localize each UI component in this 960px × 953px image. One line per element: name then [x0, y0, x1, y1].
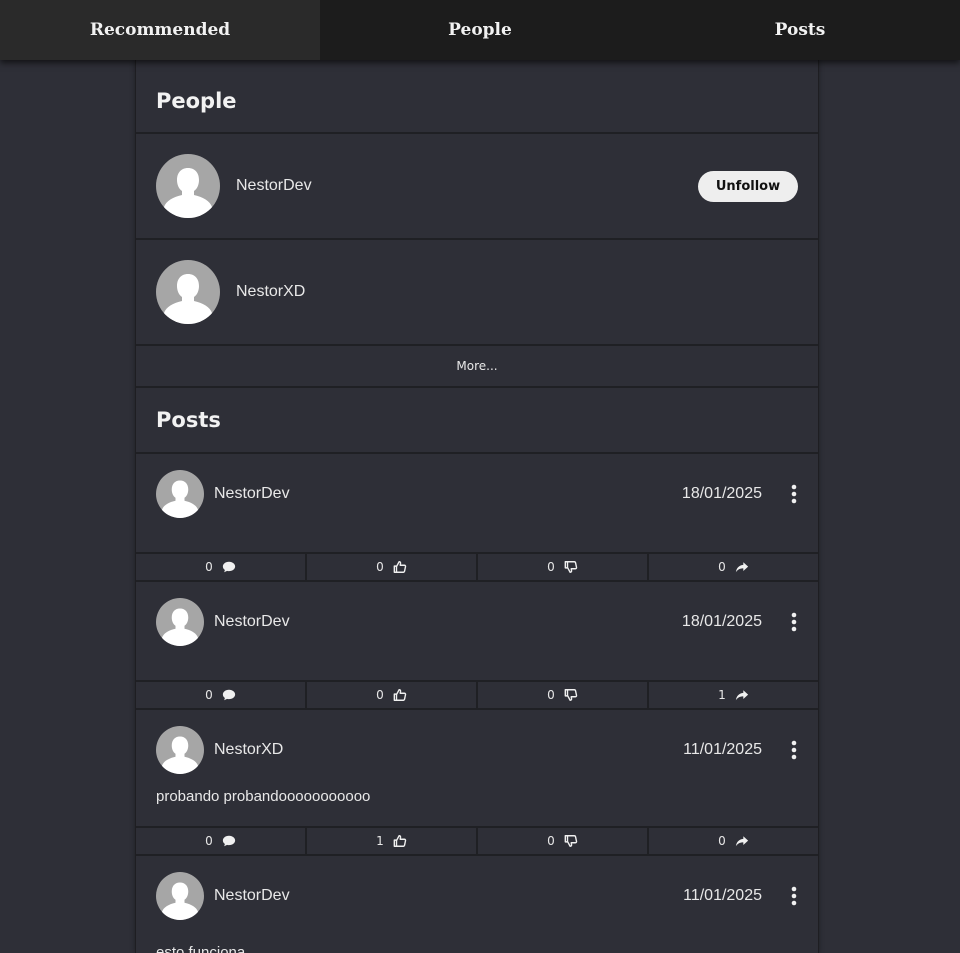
posts-section-title: Posts — [136, 388, 818, 454]
like-button[interactable]: 1 — [307, 828, 478, 854]
unfollow-button[interactable]: Unfollow — [698, 170, 798, 202]
share-icon — [735, 562, 748, 573]
main-feed: People NestorDev Unfollow NestorXD More.… — [135, 60, 819, 953]
comment-icon — [222, 561, 235, 573]
kebab-menu-icon[interactable] — [786, 884, 802, 908]
person-name[interactable]: NestorDev — [236, 177, 312, 195]
person-row[interactable]: NestorXD — [136, 240, 818, 346]
comment-icon — [222, 835, 235, 847]
post-author[interactable]: NestorDev — [214, 485, 290, 503]
post-author[interactable]: NestorDev — [214, 887, 290, 905]
user-avatar-icon[interactable] — [156, 872, 204, 920]
dislike-button[interactable]: 0 — [478, 554, 649, 580]
post-date: 18/01/2025 — [681, 613, 762, 630]
kebab-menu-icon[interactable] — [786, 738, 802, 762]
share-count: 0 — [718, 834, 726, 848]
post-text: esto funciona — [156, 944, 246, 953]
comment-button[interactable]: 0 — [136, 828, 307, 854]
share-count: 0 — [718, 560, 726, 574]
thumbs-down-icon — [564, 835, 578, 847]
dislike-count: 0 — [547, 688, 555, 702]
comment-count: 0 — [205, 560, 213, 574]
post-card: NestorDev 18/01/2025 0 0 0 0 — [136, 454, 818, 582]
post-header: NestorDev 18/01/2025 — [136, 582, 818, 652]
person-name[interactable]: NestorXD — [236, 283, 305, 301]
person-row[interactable]: NestorDev Unfollow — [136, 134, 818, 240]
post-card: NestorDev 18/01/2025 0 0 0 1 — [136, 582, 818, 710]
post-header: NestorXD 11/01/2025 — [136, 710, 818, 780]
people-section-title: People — [136, 60, 818, 134]
thumbs-up-icon — [393, 835, 407, 847]
like-button[interactable]: 0 — [307, 682, 478, 708]
user-avatar-icon[interactable] — [156, 470, 204, 518]
post-header: NestorDev 11/01/2025 — [136, 856, 818, 926]
share-count: 1 — [718, 688, 726, 702]
thumbs-up-icon — [393, 561, 407, 573]
post-text — [136, 652, 818, 680]
thumbs-down-icon — [564, 561, 578, 573]
share-icon — [735, 836, 748, 847]
comment-count: 0 — [205, 688, 213, 702]
post-text: probando probandooooooooooo — [156, 788, 371, 805]
post-author[interactable]: NestorDev — [214, 613, 290, 631]
user-avatar-icon[interactable] — [156, 598, 204, 646]
post-actions: 0 1 0 0 — [136, 826, 818, 854]
share-button[interactable]: 0 — [649, 828, 818, 854]
top-navigation: Recommended People Posts — [0, 0, 960, 60]
dislike-button[interactable]: 0 — [478, 682, 649, 708]
post-author[interactable]: NestorXD — [214, 741, 283, 759]
like-count: 0 — [376, 688, 384, 702]
dislike-count: 0 — [547, 834, 555, 848]
comment-count: 0 — [205, 834, 213, 848]
post-header: NestorDev 18/01/2025 — [136, 454, 818, 524]
kebab-menu-icon[interactable] — [786, 482, 802, 506]
comment-icon — [222, 689, 235, 701]
post-text — [136, 524, 818, 552]
like-count: 1 — [376, 834, 384, 848]
like-count: 0 — [376, 560, 384, 574]
user-avatar-icon[interactable] — [156, 154, 220, 218]
kebab-menu-icon[interactable] — [786, 610, 802, 634]
tab-recommended[interactable]: Recommended — [0, 0, 320, 60]
tab-posts[interactable]: Posts — [640, 0, 960, 60]
user-avatar-icon[interactable] — [156, 260, 220, 324]
post-date: 11/01/2025 — [683, 741, 762, 758]
dislike-button[interactable]: 0 — [478, 828, 649, 854]
post-actions: 0 0 0 1 — [136, 680, 818, 708]
tab-people[interactable]: People — [320, 0, 640, 60]
like-button[interactable]: 0 — [307, 554, 478, 580]
post-date: 11/01/2025 — [683, 887, 762, 904]
share-icon — [735, 690, 748, 701]
comment-button[interactable]: 0 — [136, 682, 307, 708]
thumbs-down-icon — [564, 689, 578, 701]
post-card: NestorXD 11/01/2025 probando probandoooo… — [136, 710, 818, 856]
thumbs-up-icon — [393, 689, 407, 701]
comment-button[interactable]: 0 — [136, 554, 307, 580]
share-button[interactable]: 1 — [649, 682, 818, 708]
dislike-count: 0 — [547, 560, 555, 574]
post-date: 18/01/2025 — [681, 485, 762, 502]
post-card: NestorDev 11/01/2025 esto funciona — [136, 856, 818, 953]
post-actions: 0 0 0 0 — [136, 552, 818, 580]
more-people-link[interactable]: More... — [136, 346, 818, 388]
share-button[interactable]: 0 — [649, 554, 818, 580]
user-avatar-icon[interactable] — [156, 726, 204, 774]
